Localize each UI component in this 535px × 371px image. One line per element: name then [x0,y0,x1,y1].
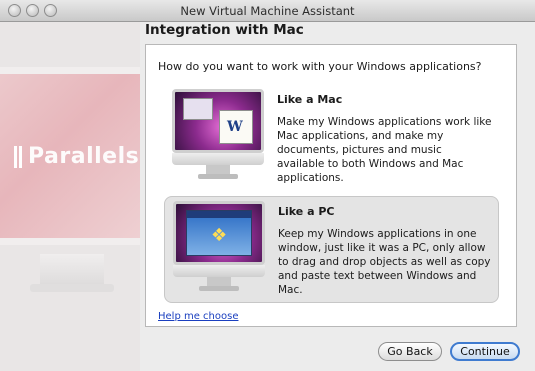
continue-button[interactable]: Continue [450,342,520,361]
windows-desktop-icon: ❖ [186,210,252,256]
monitor-stand [40,254,104,288]
option-description: Make my Windows applications work like M… [277,116,492,184]
title-bar[interactable]: New Virtual Machine Assistant [0,0,535,22]
monitor-base [30,284,114,292]
option-title: Like a Mac [277,93,343,106]
go-back-button[interactable]: Go Back [378,342,442,361]
help-me-choose-link[interactable]: Help me choose [158,311,238,322]
option-like-a-mac[interactable]: W Like a Mac Make my Windows application… [164,85,499,192]
option-like-a-pc[interactable]: ❖ Like a PC Keep my Windows applications… [164,196,499,303]
question-text: How do you want to work with your Window… [158,60,482,73]
sidebar-artwork: Parallels [0,22,140,371]
option-title: Like a PC [278,205,335,218]
options-panel: How do you want to work with your Window… [145,44,517,327]
parallels-logo-icon [14,146,22,168]
imac-coherence-icon: W [172,89,264,181]
mini-window-icon [183,98,213,120]
assistant-window: New Virtual Machine Assistant Parallels … [0,0,535,371]
page-title: Integration with Mac [145,22,304,38]
option-description: Keep my Windows applications in one wind… [278,228,491,296]
document-icon: W [219,110,253,144]
imac-windows-icon: ❖ [173,201,265,293]
window-title: New Virtual Machine Assistant [180,4,355,18]
windows-logo-icon: ❖ [211,225,228,246]
brand-logo-text: Parallels [28,144,140,169]
